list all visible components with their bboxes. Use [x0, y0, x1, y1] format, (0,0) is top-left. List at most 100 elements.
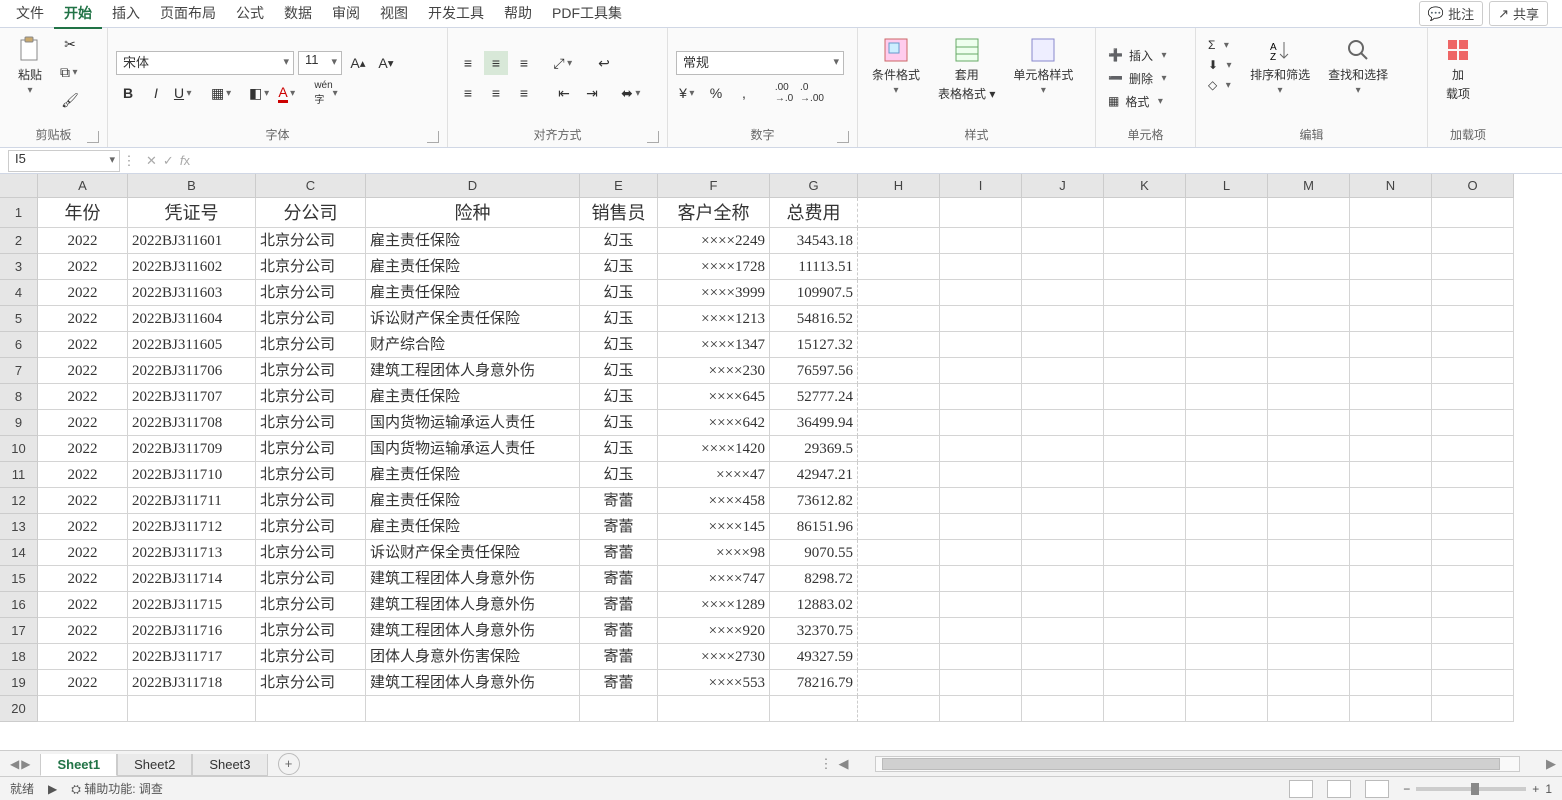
- zoom-slider[interactable]: [1416, 787, 1526, 791]
- cell-O9[interactable]: [1432, 410, 1514, 436]
- cell-A7[interactable]: 2022: [38, 358, 128, 384]
- align-center-button[interactable]: ≡: [484, 81, 508, 105]
- cell-H18[interactable]: [858, 644, 940, 670]
- fill-color-button[interactable]: ◧▾: [248, 81, 272, 105]
- cell-N18[interactable]: [1350, 644, 1432, 670]
- cell-M14[interactable]: [1268, 540, 1350, 566]
- cell-A16[interactable]: 2022: [38, 592, 128, 618]
- row-header-5[interactable]: 5: [0, 306, 38, 332]
- cell-G20[interactable]: [770, 696, 858, 722]
- cell-M10[interactable]: [1268, 436, 1350, 462]
- cell-E5[interactable]: 幻玉: [580, 306, 658, 332]
- font-color-button[interactable]: A▾: [276, 81, 300, 105]
- cell-F5[interactable]: ××××1213: [658, 306, 770, 332]
- cell-C6[interactable]: 北京分公司: [256, 332, 366, 358]
- wrap-text-button[interactable]: ↩: [592, 51, 616, 75]
- cell-M17[interactable]: [1268, 618, 1350, 644]
- row-header-16[interactable]: 16: [0, 592, 38, 618]
- cell-K7[interactable]: [1104, 358, 1186, 384]
- cell-N13[interactable]: [1350, 514, 1432, 540]
- cell-A5[interactable]: 2022: [38, 306, 128, 332]
- cell-F7[interactable]: ××××230: [658, 358, 770, 384]
- cell-C4[interactable]: 北京分公司: [256, 280, 366, 306]
- cell-L12[interactable]: [1186, 488, 1268, 514]
- cell-D13[interactable]: 雇主责任保险: [366, 514, 580, 540]
- cell-E15[interactable]: 寄蕾: [580, 566, 658, 592]
- cell-A15[interactable]: 2022: [38, 566, 128, 592]
- cell-G7[interactable]: 76597.56: [770, 358, 858, 384]
- cell-D11[interactable]: 雇主责任保险: [366, 462, 580, 488]
- cell-H19[interactable]: [858, 670, 940, 696]
- cell-K12[interactable]: [1104, 488, 1186, 514]
- cell-J5[interactable]: [1022, 306, 1104, 332]
- cell-I13[interactable]: [940, 514, 1022, 540]
- cell-A18[interactable]: 2022: [38, 644, 128, 670]
- cell-B17[interactable]: 2022BJ311716: [128, 618, 256, 644]
- cell-B18[interactable]: 2022BJ311717: [128, 644, 256, 670]
- cell-L2[interactable]: [1186, 228, 1268, 254]
- cell-I8[interactable]: [940, 384, 1022, 410]
- cell-C1[interactable]: 分公司: [256, 198, 366, 228]
- cell-F6[interactable]: ××××1347: [658, 332, 770, 358]
- cell-I10[interactable]: [940, 436, 1022, 462]
- delete-cells-button[interactable]: ➖删除▾: [1104, 68, 1173, 89]
- cell-H14[interactable]: [858, 540, 940, 566]
- cell-L5[interactable]: [1186, 306, 1268, 332]
- cell-I14[interactable]: [940, 540, 1022, 566]
- cell-E20[interactable]: [580, 696, 658, 722]
- cell-F11[interactable]: ××××47: [658, 462, 770, 488]
- align-left-button[interactable]: ≡: [456, 81, 480, 105]
- cell-L19[interactable]: [1186, 670, 1268, 696]
- cell-F12[interactable]: ××××458: [658, 488, 770, 514]
- cell-I7[interactable]: [940, 358, 1022, 384]
- col-header-B[interactable]: B: [128, 174, 256, 198]
- cell-K8[interactable]: [1104, 384, 1186, 410]
- cell-B2[interactable]: 2022BJ311601: [128, 228, 256, 254]
- cell-G1[interactable]: 总费用: [770, 198, 858, 228]
- cell-L1[interactable]: [1186, 198, 1268, 228]
- cell-N7[interactable]: [1350, 358, 1432, 384]
- autosum-button[interactable]: Σ▾: [1204, 36, 1238, 54]
- cell-B3[interactable]: 2022BJ311602: [128, 254, 256, 280]
- col-header-C[interactable]: C: [256, 174, 366, 198]
- cell-E10[interactable]: 幻玉: [580, 436, 658, 462]
- cell-N11[interactable]: [1350, 462, 1432, 488]
- cell-C5[interactable]: 北京分公司: [256, 306, 366, 332]
- cell-F15[interactable]: ××××747: [658, 566, 770, 592]
- cell-C19[interactable]: 北京分公司: [256, 670, 366, 696]
- cell-A17[interactable]: 2022: [38, 618, 128, 644]
- cell-N4[interactable]: [1350, 280, 1432, 306]
- cell-E16[interactable]: 寄蕾: [580, 592, 658, 618]
- row-header-20[interactable]: 20: [0, 696, 38, 722]
- cell-N8[interactable]: [1350, 384, 1432, 410]
- comma-button[interactable]: ,: [732, 81, 756, 105]
- cell-F2[interactable]: ××××2249: [658, 228, 770, 254]
- row-header-18[interactable]: 18: [0, 644, 38, 670]
- cell-N20[interactable]: [1350, 696, 1432, 722]
- cell-K15[interactable]: [1104, 566, 1186, 592]
- font-launcher[interactable]: [427, 131, 439, 143]
- cell-C14[interactable]: 北京分公司: [256, 540, 366, 566]
- cell-F8[interactable]: ××××645: [658, 384, 770, 410]
- cell-B11[interactable]: 2022BJ311710: [128, 462, 256, 488]
- cell-O20[interactable]: [1432, 696, 1514, 722]
- cell-I6[interactable]: [940, 332, 1022, 358]
- cell-G11[interactable]: 42947.21: [770, 462, 858, 488]
- cell-L6[interactable]: [1186, 332, 1268, 358]
- cell-G12[interactable]: 73612.82: [770, 488, 858, 514]
- cell-B10[interactable]: 2022BJ311709: [128, 436, 256, 462]
- cell-F14[interactable]: ××××98: [658, 540, 770, 566]
- cell-I11[interactable]: [940, 462, 1022, 488]
- cell-F20[interactable]: [658, 696, 770, 722]
- fill-button[interactable]: ⬇▾: [1204, 56, 1238, 74]
- cell-L7[interactable]: [1186, 358, 1268, 384]
- cell-D10[interactable]: 国内货物运输承运人责任: [366, 436, 580, 462]
- cell-L13[interactable]: [1186, 514, 1268, 540]
- menu-开发工具[interactable]: 开发工具: [418, 0, 494, 29]
- cell-O4[interactable]: [1432, 280, 1514, 306]
- row-header-19[interactable]: 19: [0, 670, 38, 696]
- hscroll-right[interactable]: ▶: [1540, 756, 1562, 772]
- increase-font-button[interactable]: A▴: [346, 51, 370, 75]
- cell-D3[interactable]: 雇主责任保险: [366, 254, 580, 280]
- cell-D6[interactable]: 财产综合险: [366, 332, 580, 358]
